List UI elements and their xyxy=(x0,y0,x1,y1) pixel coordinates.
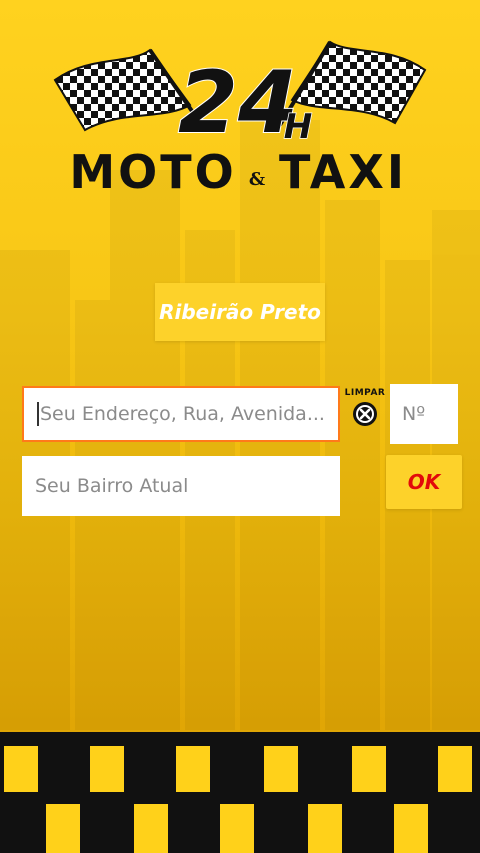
close-circle-icon xyxy=(353,402,377,426)
address-input[interactable]: Seu Endereço, Rua, Avenida... xyxy=(22,386,340,442)
neighborhood-input[interactable]: Seu Bairro Atual xyxy=(22,456,340,516)
neighborhood-placeholder: Seu Bairro Atual xyxy=(35,475,189,497)
number-input[interactable]: Nº xyxy=(390,384,458,444)
logo-taxi: TAXI xyxy=(279,145,407,199)
logo-24: 24 xyxy=(178,53,298,153)
app-logo: 24 H MOTO & TAXI xyxy=(53,40,427,199)
number-placeholder: Nº xyxy=(402,403,426,425)
clear-button[interactable]: LIMPAR xyxy=(343,388,387,430)
clear-label: LIMPAR xyxy=(344,388,386,398)
city-select-button[interactable]: Ribeirão Preto xyxy=(155,283,325,341)
ok-button[interactable]: OK xyxy=(386,455,462,509)
address-placeholder: Seu Endereço, Rua, Avenida... xyxy=(40,403,325,425)
text-cursor xyxy=(37,402,39,426)
logo-moto: MOTO xyxy=(69,145,236,199)
logo-h: H xyxy=(284,107,312,147)
checkered-taxi-stripe xyxy=(0,732,480,853)
logo-amp: & xyxy=(249,169,265,190)
